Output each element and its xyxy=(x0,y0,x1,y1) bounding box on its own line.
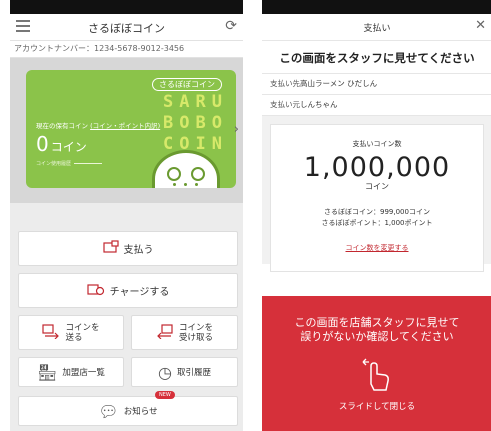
payee-row: 支払い先高山ラーメン ひだしん xyxy=(262,73,491,94)
receive-coin-icon xyxy=(156,323,174,343)
payment-amount: 1,000,000 xyxy=(303,152,451,183)
balance-breakdown: さるぼぼコイン：999,000コイン さるぼぼポイント：1,000ポイント xyxy=(321,208,433,227)
swipe-hand-icon xyxy=(357,354,397,394)
speech-bubble-icon: 💬︎ xyxy=(98,401,119,421)
coin-card[interactable]: さるぼぼコイン SARU BOBO COIN 現在の保有コイン (コイン・ポイン… xyxy=(26,70,236,188)
chevron-right-icon[interactable]: › xyxy=(234,122,239,137)
close-icon[interactable]: ✕ xyxy=(475,18,486,33)
sarubobo-mascot-icon xyxy=(152,150,220,188)
amount-caption: 支払いコイン数 xyxy=(352,140,402,148)
slide-to-close-label: スライドして閉じる xyxy=(338,402,416,412)
payer-row: 支払い元しんちゃん xyxy=(262,94,491,115)
pay-button[interactable]: 支払う xyxy=(18,231,238,266)
status-bar xyxy=(10,0,243,14)
send-coin-icon xyxy=(42,323,60,343)
clock-icon: ◷ xyxy=(158,362,172,382)
amount-unit: コイン xyxy=(365,182,389,191)
card-area: さるぼぼコイン SARU BOBO COIN 現在の保有コイン (コイン・ポイン… xyxy=(10,58,243,203)
payment-screen: 支払い ✕ この画面をスタッフに見せてください 支払い先高山ラーメン ひだしん … xyxy=(262,0,491,431)
card-logo-text: SARU BOBO COIN xyxy=(163,92,228,154)
amount-area: 支払いコイン数 1,000,000 コイン さるぼぼコイン：999,000コイン… xyxy=(262,115,491,272)
card-brand-label: さるぼぼコイン xyxy=(152,78,222,91)
store-list-button[interactable]: 🏪︎ 加盟店一覧 xyxy=(18,357,124,387)
balance-label: 現在の保有コイン (コイン・ポイント内訳) xyxy=(36,122,161,130)
refresh-icon[interactable]: ⟳ xyxy=(225,18,237,34)
balance-value: 0 コイン xyxy=(36,132,87,156)
status-bar xyxy=(262,0,491,14)
payment-header: 支払い ✕ xyxy=(262,14,491,41)
coin-history-label[interactable]: コイン使用履歴 xyxy=(36,160,103,167)
coin-stack-icon xyxy=(87,281,105,300)
confirm-message: この画面を店舗スタッフに見せて 誤りがないか確認してください xyxy=(294,316,460,343)
news-button[interactable]: 💬︎ お知らせ NEW xyxy=(18,391,238,426)
confirm-slide-panel[interactable]: この画面を店舗スタッフに見せて 誤りがないか確認してください スライドして閉じる xyxy=(262,296,491,431)
transaction-history-button[interactable]: ◷ 取引履歴 xyxy=(131,357,238,387)
staff-instruction-heading: この画面をスタッフに見せてください xyxy=(279,51,475,65)
charge-button[interactable]: チャージする xyxy=(18,273,238,308)
balance-breakdown-link[interactable]: (コイン・ポイント内訳) xyxy=(90,122,160,130)
wallet-icon xyxy=(102,239,119,258)
receive-coin-button[interactable]: コインを 受け取る xyxy=(131,315,238,350)
change-amount-link[interactable]: コイン数を変更する xyxy=(271,243,483,253)
new-badge: NEW xyxy=(155,391,175,399)
app-title: さるぼぼコイン xyxy=(88,22,165,35)
payment-title: 支払い xyxy=(363,24,391,34)
account-number: アカウントナンバー：1234-5678-9012-3456 xyxy=(10,41,243,58)
wallet-home-screen: さるぼぼコイン ⟳ アカウントナンバー：1234-5678-9012-3456 … xyxy=(10,0,243,431)
store-icon: 🏪︎ xyxy=(37,362,58,382)
send-coin-button[interactable]: コインを 送る xyxy=(18,315,124,350)
app-header: さるぼぼコイン ⟳ xyxy=(10,14,243,41)
amount-card: 支払いコイン数 1,000,000 コイン さるぼぼコイン：999,000コイン… xyxy=(270,124,484,272)
